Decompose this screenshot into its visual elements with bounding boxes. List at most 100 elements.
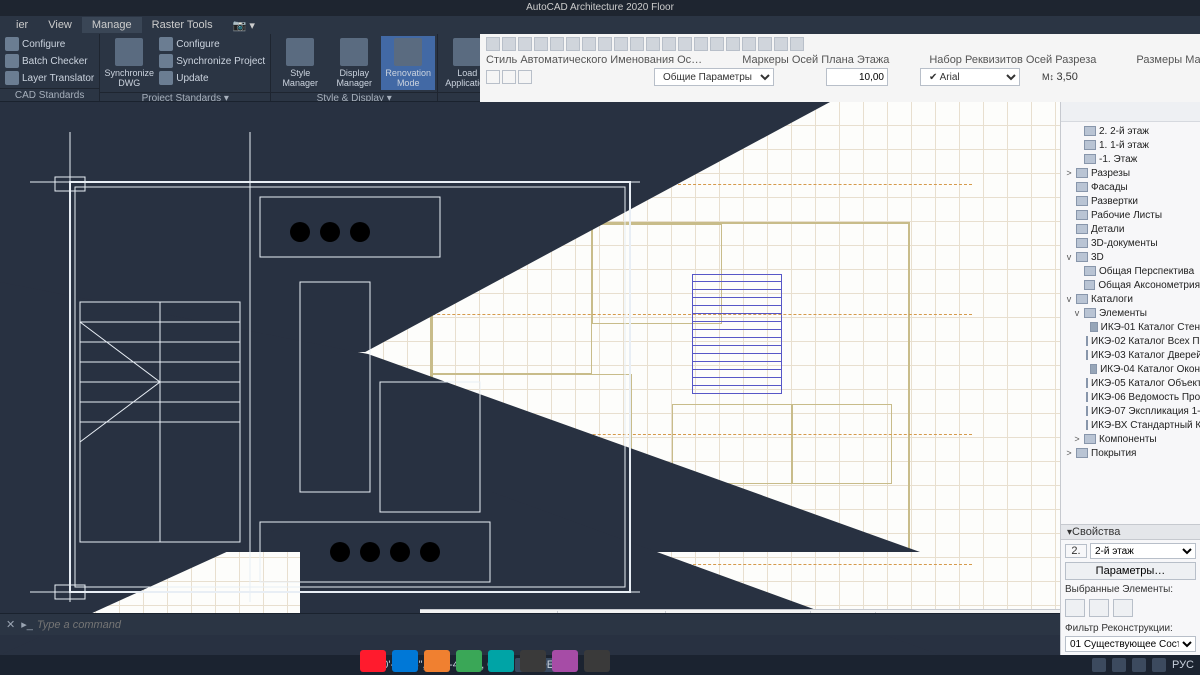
- light-tool-icon[interactable]: [790, 37, 804, 51]
- tree-node[interactable]: >Разрезы: [1061, 166, 1200, 180]
- ribbon-configure[interactable]: Configure: [156, 36, 268, 52]
- light-tool-icon[interactable]: [742, 37, 756, 51]
- menu-ier[interactable]: ier: [6, 17, 38, 33]
- level-id: 2.: [1065, 544, 1087, 558]
- ribbon-synchronize-project[interactable]: Synchronize Project: [156, 53, 268, 69]
- tree-node[interactable]: Детали: [1061, 222, 1200, 236]
- taskbar-app-icon[interactable]: [552, 650, 578, 672]
- tree-node[interactable]: Общая Перспектива: [1061, 264, 1200, 278]
- tree-node[interactable]: vЭлементы: [1061, 306, 1200, 320]
- light-group-label: Набор Реквизитов Осей Разреза: [929, 54, 1096, 66]
- ribbon-renovation[interactable]: RenovationMode: [381, 36, 435, 90]
- tray-icon[interactable]: [1152, 658, 1166, 672]
- light-tool-icon[interactable]: [678, 37, 692, 51]
- light-label-row: Стиль Автоматического Именования Ос…Марк…: [480, 54, 1200, 66]
- light-icon-row: [480, 34, 1200, 54]
- props-header: ▾ Свойства: [1061, 524, 1200, 540]
- light-tool-icon[interactable]: [710, 37, 724, 51]
- taskbar-app-icon[interactable]: [584, 650, 610, 672]
- tree-node[interactable]: Общая Аксонометрия: [1061, 278, 1200, 292]
- tree-node[interactable]: ИКЭ-01 Каталог Стен: [1061, 320, 1200, 334]
- tree-node[interactable]: 2. 2-й этаж: [1061, 124, 1200, 138]
- light-tool-icon[interactable]: [774, 37, 788, 51]
- tree-node[interactable]: ИКЭ-03 Каталог Дверей: [1061, 348, 1200, 362]
- windows-taskbar: [360, 647, 860, 675]
- light-tool-icon[interactable]: [726, 37, 740, 51]
- level-select[interactable]: 2-й этаж: [1090, 543, 1196, 559]
- taskbar-app-icon[interactable]: [520, 650, 546, 672]
- ribbon-synchronize[interactable]: SynchronizeDWG: [102, 36, 156, 90]
- taskbar-app-icon[interactable]: [360, 650, 386, 672]
- light-tool-icon[interactable]: [694, 37, 708, 51]
- tree-node[interactable]: 3D-документы: [1061, 236, 1200, 250]
- ribbon-layer-translator[interactable]: Layer Translator: [2, 70, 97, 86]
- light-tool-icon[interactable]: [614, 37, 628, 51]
- ribbon-update[interactable]: Update: [156, 70, 268, 86]
- tree-node[interactable]: ИКЭ-06 Ведомость Проемов: [1061, 390, 1200, 404]
- ribbon-display[interactable]: DisplayManager: [327, 36, 381, 90]
- command-line: ✕ ▸_: [0, 613, 1060, 635]
- ribbon-batch-checker[interactable]: Batch Checker: [2, 53, 97, 69]
- light-tool-icon[interactable]: [662, 37, 676, 51]
- panel-label: CAD Standards: [0, 88, 99, 102]
- project-browser: 2. 2-й этаж1. 1-й этаж-1. Этаж>РазрезыФа…: [1060, 102, 1200, 655]
- light-tool-icon[interactable]: [486, 37, 500, 51]
- light-tool-icon[interactable]: [598, 37, 612, 51]
- taskbar-app-icon[interactable]: [392, 650, 418, 672]
- selection-mode-icons[interactable]: [1065, 599, 1196, 617]
- statusbar: 170'-2 1/8", 161'-4 3/4", 0'-0" MODEL РУ…: [0, 655, 1200, 675]
- taskbar-app-icon[interactable]: [488, 650, 514, 672]
- lang-indicator[interactable]: РУС: [1172, 659, 1194, 671]
- ribbon-style[interactable]: StyleManager: [273, 36, 327, 90]
- drawing-canvas[interactable]: 04 Проект - Пла… ▸Без Замены ▸01 Существ…: [0, 102, 1200, 655]
- close-icon[interactable]: ✕: [6, 618, 15, 631]
- tray-icon[interactable]: [1132, 658, 1146, 672]
- tree-node[interactable]: v3D: [1061, 250, 1200, 264]
- tree-node[interactable]: vКаталоги: [1061, 292, 1200, 306]
- command-input[interactable]: [37, 619, 277, 631]
- light-tool-icon[interactable]: [550, 37, 564, 51]
- font-select[interactable]: ✔ Arial: [920, 68, 1020, 86]
- light-tool-icon[interactable]: [534, 37, 548, 51]
- menu-raster tools[interactable]: Raster Tools: [142, 17, 223, 33]
- taskbar-app-icon[interactable]: [456, 650, 482, 672]
- light-tool-icon[interactable]: [502, 37, 516, 51]
- tray-icon[interactable]: [1112, 658, 1126, 672]
- tree-node[interactable]: >Компоненты: [1061, 432, 1200, 446]
- tree-node[interactable]: Фасады: [1061, 180, 1200, 194]
- tree-node[interactable]: ИКЭ-07 Экспликация 1-й эт: [1061, 404, 1200, 418]
- params-select[interactable]: Общие Параметры: [654, 68, 774, 86]
- light-tool-icon[interactable]: [566, 37, 580, 51]
- light-tool-icon[interactable]: [518, 37, 532, 51]
- panel-label: Project Standards ▾: [100, 92, 270, 102]
- tray-icon[interactable]: [1092, 658, 1106, 672]
- tree-node[interactable]: Рабочие Листы: [1061, 208, 1200, 222]
- taskbar-app-icon[interactable]: [424, 650, 450, 672]
- tree-node[interactable]: ИКЭ-02 Каталог Всех Проем: [1061, 334, 1200, 348]
- light-input-row: Общие Параметры ✔ Arial M↕ 3,50: [480, 66, 1200, 88]
- light-tool-icon[interactable]: [630, 37, 644, 51]
- proj-tree[interactable]: 2. 2-й этаж1. 1-й этаж-1. Этаж>РазрезыФа…: [1061, 122, 1200, 524]
- selected-elems-label: Выбранные Элементы:: [1065, 584, 1196, 595]
- marker-size-input[interactable]: [826, 68, 888, 86]
- light-tool-icon[interactable]: [582, 37, 596, 51]
- ribbon-configure[interactable]: Configure: [2, 36, 97, 52]
- reno-filter-select[interactable]: 01 Существующее Состояние: [1065, 636, 1196, 652]
- light-tool-icon[interactable]: [646, 37, 660, 51]
- light-group-label: Стиль Автоматического Именования Ос…: [486, 54, 702, 66]
- tree-node[interactable]: ИКЭ-04 Каталог Окон: [1061, 362, 1200, 376]
- tree-node[interactable]: ИКЭ-ВХ Стандартный Катал: [1061, 418, 1200, 432]
- light-tool-icon[interactable]: [758, 37, 772, 51]
- tree-node[interactable]: ИКЭ-05 Каталог Объектов: [1061, 376, 1200, 390]
- status-tray: РУС: [1092, 658, 1200, 672]
- tree-node[interactable]: 1. 1-й этаж: [1061, 138, 1200, 152]
- tree-node[interactable]: >Покрытия: [1061, 446, 1200, 460]
- chevron-icon[interactable]: ▸_: [21, 618, 33, 631]
- params-button[interactable]: Параметры…: [1065, 562, 1196, 580]
- light-group-label: Размеры Маркера Оси: [1136, 54, 1200, 66]
- tree-node[interactable]: -1. Этаж: [1061, 152, 1200, 166]
- menu-view[interactable]: View: [38, 17, 82, 33]
- tree-node[interactable]: Развертки: [1061, 194, 1200, 208]
- camera-icon[interactable]: 📷 ▾: [223, 17, 265, 34]
- menu-manage[interactable]: Manage: [82, 17, 142, 33]
